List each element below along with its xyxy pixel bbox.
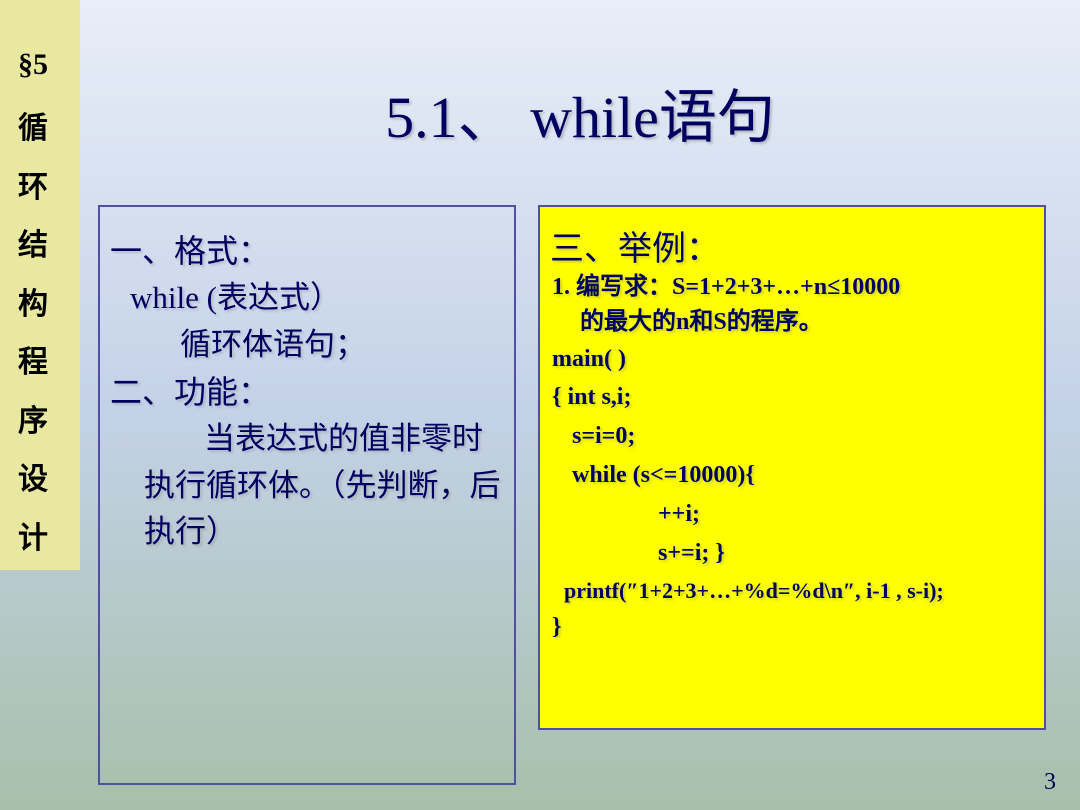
code-line-5: ++i; bbox=[550, 495, 1034, 534]
code-line-3: s=i=0; bbox=[550, 417, 1034, 456]
heading-format: 一、格式： bbox=[110, 227, 504, 275]
page-number: 3 bbox=[1044, 769, 1056, 796]
format-line-2: 循环体语句； bbox=[110, 322, 504, 369]
code-line-2: { int s,i; bbox=[550, 378, 1034, 417]
box-format-function: 一、格式： while (表达式） 循环体语句； 二、功能： 当表达式的值非零时… bbox=[98, 205, 516, 785]
heading-function: 二、功能： bbox=[110, 368, 504, 416]
format-line-1: while (表达式） bbox=[110, 275, 504, 322]
code-line-4: while (s<=10000){ bbox=[550, 456, 1034, 495]
code-line-8: } bbox=[550, 608, 1034, 647]
sidebar-title-vertical: 循 环 结 构 程 序 设 计 bbox=[18, 100, 80, 568]
section-number: §5 bbox=[18, 48, 80, 82]
code-line-7: printf(″1+2+3+…+%d=%d\n″, i-1 , s-i); bbox=[550, 573, 1034, 609]
code-line-1: main( ) bbox=[550, 340, 1034, 379]
box-example: 三、举例： 1. 编写求：S=1+2+3+…+n≤10000 的最大的n和S的程… bbox=[538, 205, 1046, 730]
function-body: 当表达式的值非零时执行循环体。（先判断，后执行） bbox=[110, 416, 504, 556]
sidebar: §5 循 环 结 构 程 序 设 计 bbox=[0, 0, 80, 570]
problem-line-2: 的最大的n和S的程序。 bbox=[550, 305, 1034, 340]
problem-line-1: 1. 编写求：S=1+2+3+…+n≤10000 bbox=[550, 270, 1034, 305]
code-line-6: s+=i; } bbox=[550, 534, 1034, 573]
heading-example: 三、举例： bbox=[550, 221, 1034, 270]
slide-title: 5.1、 while语句 bbox=[80, 70, 1080, 154]
